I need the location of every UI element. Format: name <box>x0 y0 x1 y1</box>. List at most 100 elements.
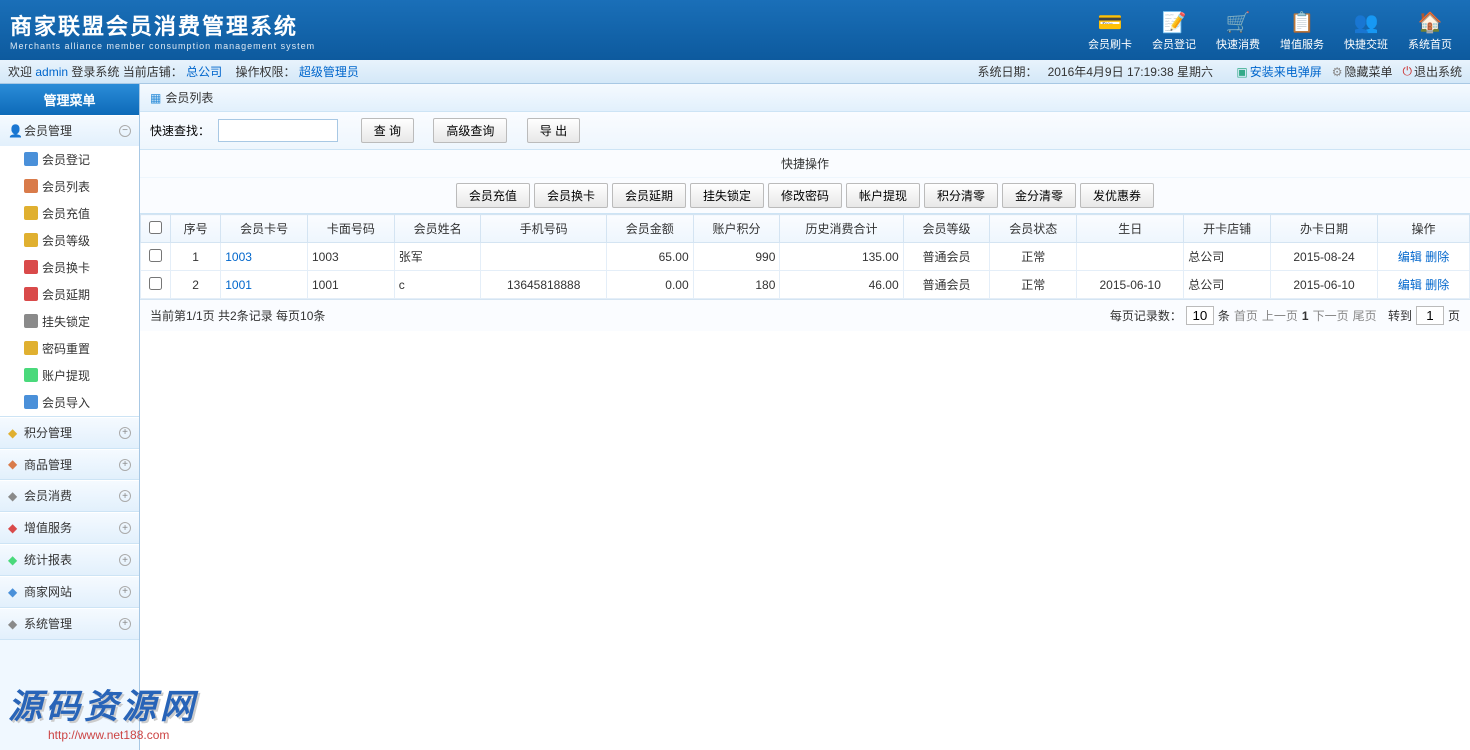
menu-header[interactable]: ◆积分管理+ <box>0 417 139 448</box>
app-subtitle: Merchants alliance member consumption ma… <box>10 41 315 51</box>
search-label: 快速查找： <box>150 122 210 139</box>
query-button[interactable]: 查 询 <box>361 118 414 143</box>
delete-link[interactable]: 删除 <box>1425 250 1449 264</box>
menu-item-icon <box>24 314 38 328</box>
per-page-label: 每页记录数： <box>1110 307 1182 324</box>
header-nav-item[interactable]: 📋增值服务 <box>1272 6 1332 54</box>
quick-op-button[interactable]: 修改密码 <box>768 183 842 208</box>
sidebar-item[interactable]: 会员延期 <box>0 281 139 308</box>
nav-label: 系统首页 <box>1408 36 1452 52</box>
cell-store: 总公司 <box>1184 271 1271 299</box>
sidebar-item[interactable]: 会员等级 <box>0 227 139 254</box>
goto-input[interactable] <box>1416 306 1444 325</box>
quick-op-button[interactable]: 积分清零 <box>924 183 998 208</box>
sidebar-item[interactable]: 账户提现 <box>0 362 139 389</box>
current-role[interactable]: 超级管理员 <box>299 65 359 79</box>
expand-icon: + <box>119 427 131 439</box>
content-area: ▦ 会员列表 快速查找： 查 询 高级查询 导 出 快捷操作 会员充值会员换卡会… <box>140 84 1470 750</box>
logout-link[interactable]: ⏻ 退出系统 <box>1402 63 1462 80</box>
edit-link[interactable]: 编辑 <box>1398 278 1422 292</box>
edit-link[interactable]: 编辑 <box>1398 250 1422 264</box>
menu-item-label: 会员列表 <box>42 178 90 195</box>
group-icon: ◆ <box>8 553 24 569</box>
welcome-area: 欢迎 admin 登录系统 当前店铺： 总公司 操作权限： 超级管理员 <box>8 63 978 80</box>
panel-title-bar: ▦ 会员列表 <box>140 84 1470 112</box>
delete-link[interactable]: 删除 <box>1425 278 1449 292</box>
menu-header[interactable]: ◆系统管理+ <box>0 608 139 639</box>
cell-status: 正常 <box>990 271 1077 299</box>
header-nav-item[interactable]: 🏠系统首页 <box>1400 6 1460 54</box>
row-checkbox[interactable] <box>149 277 162 290</box>
menu-items: 会员登记会员列表会员充值会员等级会员换卡会员延期挂失锁定密码重置账户提现会员导入 <box>0 146 139 416</box>
cell-card-link[interactable]: 1003 <box>225 250 252 264</box>
status-bar: 欢迎 admin 登录系统 当前店铺： 总公司 操作权限： 超级管理员 系统日期… <box>0 60 1470 84</box>
header-nav-item[interactable]: 💳会员刷卡 <box>1080 6 1140 54</box>
sidebar-item[interactable]: 会员换卡 <box>0 254 139 281</box>
pager-first[interactable]: 首页 <box>1234 307 1258 324</box>
sysdate-label: 系统日期： <box>978 63 1038 80</box>
collapse-icon: − <box>119 125 131 137</box>
group-label: 积分管理 <box>24 426 72 440</box>
menu-item-icon <box>24 287 38 301</box>
menu-header[interactable]: ◆商品管理+ <box>0 449 139 480</box>
quick-op-button[interactable]: 会员换卡 <box>534 183 608 208</box>
nav-label: 增值服务 <box>1280 36 1324 52</box>
sidebar-item[interactable]: 会员导入 <box>0 389 139 416</box>
cell-ops: 编辑 删除 <box>1378 243 1470 271</box>
app-header: 商家联盟会员消费管理系统 Merchants alliance member c… <box>0 0 1470 60</box>
cell-status: 正常 <box>990 243 1077 271</box>
menu-item-label: 会员等级 <box>42 232 90 249</box>
quick-op-button[interactable]: 挂失锁定 <box>690 183 764 208</box>
sidebar-item[interactable]: 密码重置 <box>0 335 139 362</box>
header-nav: 💳会员刷卡📝会员登记🛒快速消费📋增值服务👥快捷交班🏠系统首页 <box>1080 6 1460 54</box>
cell-card-link[interactable]: 1001 <box>225 278 252 292</box>
row-checkbox[interactable] <box>149 249 162 262</box>
pager-prev[interactable]: 上一页 <box>1262 307 1298 324</box>
pager-last[interactable]: 尾页 <box>1353 307 1377 324</box>
hide-menu-link[interactable]: ⚙ 隐藏菜单 <box>1332 63 1393 80</box>
quick-op-button[interactable]: 帐户提现 <box>846 183 920 208</box>
adv-query-button[interactable]: 高级查询 <box>433 118 507 143</box>
quick-op-button[interactable]: 发优惠券 <box>1080 183 1154 208</box>
sidebar-item[interactable]: 会员列表 <box>0 173 139 200</box>
cell-level: 普通会员 <box>903 243 990 271</box>
select-all-checkbox[interactable] <box>149 221 162 234</box>
main-layout: 管理菜单 👤会员管理 − 会员登记会员列表会员充值会员等级会员换卡会员延期挂失锁… <box>0 84 1470 750</box>
table-header-cell: 会员等级 <box>903 215 990 243</box>
menu-header-member[interactable]: 👤会员管理 − <box>0 115 139 146</box>
expand-icon: + <box>119 522 131 534</box>
menu-item-icon <box>24 260 38 274</box>
nav-label: 会员登记 <box>1152 36 1196 52</box>
per-page-input[interactable] <box>1186 306 1214 325</box>
menu-header[interactable]: ◆会员消费+ <box>0 480 139 511</box>
table-row: 2 1001 1001 c 13645818888 0.00 180 46.00… <box>141 271 1470 299</box>
nav-icon: 💳 <box>1096 8 1124 36</box>
user-icon: 👤 <box>8 124 24 140</box>
sidebar-item[interactable]: 挂失锁定 <box>0 308 139 335</box>
quick-op-button[interactable]: 会员延期 <box>612 183 686 208</box>
header-nav-item[interactable]: 🛒快速消费 <box>1208 6 1268 54</box>
cell-total: 46.00 <box>780 271 903 299</box>
group-label: 商品管理 <box>24 458 72 472</box>
menu-header[interactable]: ◆商家网站+ <box>0 576 139 607</box>
quick-op-button[interactable]: 会员充值 <box>456 183 530 208</box>
pager-next[interactable]: 下一页 <box>1313 307 1349 324</box>
cell-birth: 2015-06-10 <box>1077 271 1184 299</box>
quick-op-button[interactable]: 金分清零 <box>1002 183 1076 208</box>
table-header-cell: 序号 <box>171 215 221 243</box>
menu-header[interactable]: ◆增值服务+ <box>0 512 139 543</box>
current-store[interactable]: 总公司 <box>186 65 222 79</box>
export-button[interactable]: 导 出 <box>527 118 580 143</box>
sidebar-item[interactable]: 会员登记 <box>0 146 139 173</box>
menu-header[interactable]: ◆统计报表+ <box>0 544 139 575</box>
install-link[interactable]: ▣ 安装来电弹屏 <box>1236 63 1321 80</box>
quick-ops: 快捷操作 会员充值会员换卡会员延期挂失锁定修改密码帐户提现积分清零金分清零发优惠… <box>140 150 1470 214</box>
sidebar-item[interactable]: 会员充值 <box>0 200 139 227</box>
header-nav-item[interactable]: 📝会员登记 <box>1144 6 1204 54</box>
header-nav-item[interactable]: 👥快捷交班 <box>1336 6 1396 54</box>
menu-item-icon <box>24 152 38 166</box>
cell-ops: 编辑 删除 <box>1378 271 1470 299</box>
current-user[interactable]: admin <box>35 65 68 79</box>
search-input[interactable] <box>218 119 338 142</box>
menu-item-icon <box>24 179 38 193</box>
